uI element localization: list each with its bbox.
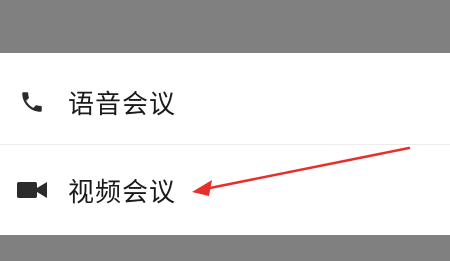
- video-meeting-option[interactable]: 视频会议: [0, 145, 450, 235]
- voice-meeting-option[interactable]: 语音会议: [0, 57, 450, 147]
- call-options-sheet: 语音会议 视频会议: [0, 53, 450, 235]
- voice-meeting-label: 语音会议: [68, 89, 177, 120]
- video-meeting-label: 视频会议: [68, 177, 177, 208]
- screen: 语音会议 视频会议: [0, 0, 450, 261]
- phone-icon: [14, 84, 50, 120]
- video-camera-icon: [14, 172, 50, 208]
